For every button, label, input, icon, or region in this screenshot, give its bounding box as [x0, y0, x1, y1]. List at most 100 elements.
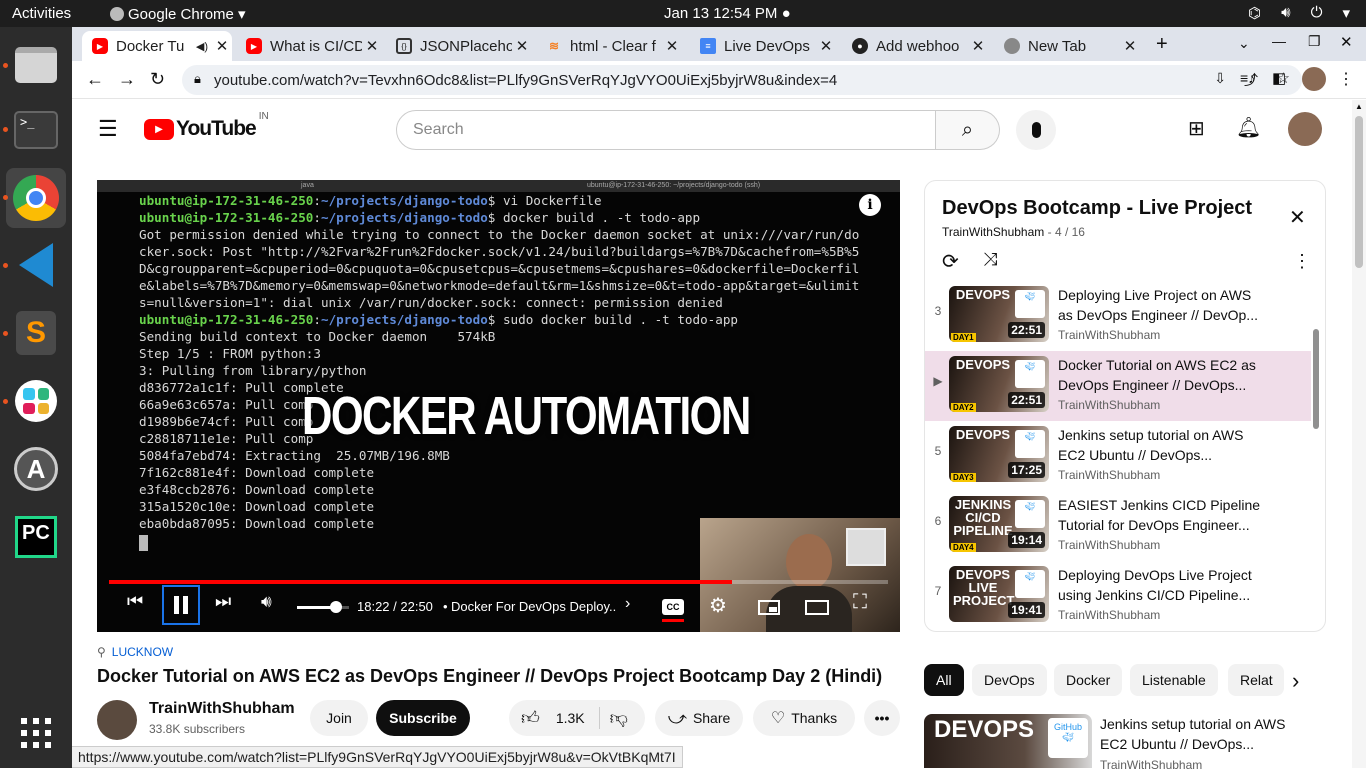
close-window-icon[interactable]: ✕	[1340, 33, 1353, 51]
chevron-right-icon[interactable]: ›	[625, 595, 630, 613]
scroll-up-icon[interactable]: ▲	[1355, 102, 1363, 111]
search-button[interactable]: ⌕	[936, 110, 1000, 150]
minimize-icon[interactable]: —	[1272, 33, 1286, 49]
activities-button[interactable]: Activities	[12, 5, 71, 22]
install-icon[interactable]: ⇩	[1214, 70, 1226, 87]
playlist-channel[interactable]: TrainWithShubham	[942, 225, 1044, 239]
dock-software[interactable]: A	[6, 439, 66, 499]
chip-devops[interactable]: DevOps	[972, 664, 1047, 696]
playlist-item-channel[interactable]: TrainWithShubham	[1058, 468, 1160, 482]
dock-vscode[interactable]	[6, 235, 66, 295]
dock-slack[interactable]	[6, 371, 66, 431]
playlist-item[interactable]: ▶ DEVOPS 🐳︎ DAY2 22:51 Docker Tutorial on AWS…	[925, 351, 1311, 421]
playlist-item[interactable]: 5 DEVOPS 🐳︎ DAY3 17:25 Jenkins setup tutorial…	[925, 421, 1311, 491]
scrollbar-thumb[interactable]	[1355, 116, 1363, 268]
theater-mode-icon[interactable]	[805, 600, 829, 615]
playlist-item-channel[interactable]: TrainWithShubham	[1058, 328, 1160, 342]
forward-icon[interactable]: →	[118, 69, 136, 90]
page-scrollbar[interactable]: ▲	[1352, 100, 1366, 768]
close-tab-icon[interactable]: ✕	[816, 37, 836, 55]
close-tab-icon[interactable]: ✕	[512, 37, 532, 55]
system-tray[interactable]: ⌬ 🔊︎ ⏻ ▾	[1248, 4, 1350, 22]
voice-search-button[interactable]	[1016, 110, 1056, 150]
profile-avatar[interactable]	[1302, 67, 1326, 91]
chrome-menu-icon[interactable]: ⋮	[1338, 69, 1354, 89]
close-tab-icon[interactable]: ✕	[968, 37, 988, 55]
address-bar[interactable]: 🔒︎ youtube.com/watch?v=Tevxhn6Odc8&list=…	[182, 65, 1302, 95]
notifications-bell-icon[interactable]: 🔔︎	[1236, 115, 1261, 140]
show-apps-button[interactable]	[6, 703, 66, 763]
previous-icon[interactable]: ⏮	[127, 591, 143, 612]
tab-search-icon[interactable]: ⌄	[1238, 35, 1250, 52]
tab-cicd[interactable]: ▶ What is CI/CD ✕	[236, 31, 382, 61]
chip-docker[interactable]: Docker	[1054, 664, 1123, 696]
playlist-item-channel[interactable]: TrainWithShubham	[1058, 608, 1160, 622]
next-icon[interactable]: ⏭	[215, 591, 231, 612]
hamburger-menu-icon[interactable]: ☰	[98, 116, 118, 142]
dock-pycharm[interactable]: PC	[6, 507, 66, 567]
channel-name[interactable]: TrainWithShubham	[149, 700, 295, 718]
close-tab-icon[interactable]: ✕	[362, 37, 382, 55]
close-playlist-icon[interactable]: ✕	[1289, 205, 1306, 230]
info-icon[interactable]: i	[859, 194, 881, 216]
playlist-item-thumbnail[interactable]: DEVOPS 🐳︎ DAY3 17:25	[949, 426, 1049, 482]
playlist-item-channel[interactable]: TrainWithShubham	[1058, 398, 1160, 412]
dock-chrome[interactable]	[6, 168, 66, 228]
recommended-title[interactable]: Jenkins setup tutorial on AWS EC2 Ubuntu…	[1100, 714, 1300, 754]
tab-jsonplaceholder[interactable]: {} JSONPlaceholder ✕	[386, 31, 532, 61]
recommended-channel[interactable]: TrainWithShubham	[1100, 758, 1202, 772]
tab-live-devops[interactable]: ≡ Live DevOps ✕	[690, 31, 836, 61]
fullscreen-icon[interactable]: ⛶	[853, 591, 867, 614]
playlist-item[interactable]: 3 DEVOPS 🐳︎ DAY1 22:51 Deploying Live Project…	[925, 281, 1311, 351]
tab-stackoverflow[interactable]: ≋ html - Clear f ✕	[536, 31, 682, 61]
playlist-item[interactable]: 7 DEVOPS LIVE PROJECT 🐳︎ 19:41 Deploying Dev…	[925, 561, 1311, 631]
join-button[interactable]: Join	[310, 700, 368, 736]
maximize-icon[interactable]: ❐	[1308, 33, 1321, 50]
volume-slider[interactable]	[297, 601, 349, 613]
playlist-scrollbar[interactable]	[1313, 329, 1319, 429]
clock[interactable]: Jan 13 12:54 PM ●	[664, 5, 791, 22]
location-tag[interactable]: ⚲ LUCKNOW	[97, 645, 173, 659]
app-menu[interactable]: Google Chrome ▾	[110, 5, 246, 23]
playlist-item-thumbnail[interactable]: DEVOPS 🐳︎ DAY1 22:51	[949, 286, 1049, 342]
pause-button[interactable]	[162, 585, 200, 625]
progress-bar[interactable]	[109, 580, 888, 584]
playlist-item-channel[interactable]: TrainWithShubham	[1058, 538, 1160, 552]
like-count[interactable]: 1.3K	[556, 710, 585, 726]
playlist-item-title[interactable]: Deploying DevOps Live Project using Jenk…	[1058, 565, 1268, 605]
settings-gear-icon[interactable]: ⚙	[709, 593, 727, 618]
share-button[interactable]: ⤻ Share	[655, 700, 743, 736]
playlist-title[interactable]: DevOps Bootcamp - Live Project	[942, 197, 1252, 220]
loop-icon[interactable]: ⟳	[942, 249, 959, 274]
new-tab-button[interactable]: +	[1156, 33, 1168, 56]
dock-sublime[interactable]: S	[6, 303, 66, 363]
close-tab-icon[interactable]: ✕	[212, 37, 232, 55]
playlist-item-thumbnail[interactable]: DEVOPS LIVE PROJECT 🐳︎ 19:41	[949, 566, 1049, 622]
video-player[interactable]: java ubuntu@ip-172-31-46-250: ~/projects…	[97, 180, 900, 632]
back-icon[interactable]: ←	[86, 69, 104, 90]
tab-new-tab[interactable]: New Tab ✕	[994, 31, 1140, 61]
playlist-item[interactable]: 6 JENKINS CI/CD PIPELINE 🐳︎ DAY4 19:14 EASIES…	[925, 491, 1311, 561]
channel-avatar[interactable]	[97, 700, 137, 740]
create-video-icon[interactable]: ⊞	[1188, 116, 1205, 141]
youtube-logo[interactable]: ▶ YouTube IN	[144, 111, 269, 141]
dock-terminal[interactable]: >_	[6, 100, 66, 160]
recommended-thumbnail[interactable]: DEVOPS GitHub 🐳︎	[924, 714, 1092, 768]
chip-listenable[interactable]: Listenable	[1130, 664, 1218, 696]
playlist-item-title[interactable]: Jenkins setup tutorial on AWS EC2 Ubuntu…	[1058, 425, 1268, 465]
account-avatar[interactable]	[1288, 112, 1322, 146]
media-control-icon[interactable]: ≡♪	[1240, 70, 1255, 86]
tab-add-webhook[interactable]: ● Add webhoo ✕	[842, 31, 988, 61]
volume-knob[interactable]	[330, 601, 342, 613]
shuffle-icon[interactable]: ⤨	[983, 249, 997, 270]
thumbs-down-icon[interactable]: 👎︎	[610, 707, 628, 729]
reload-icon[interactable]: ↻	[150, 69, 165, 90]
playlist-item-title[interactable]: Docker Tutorial on AWS EC2 as DevOps Eng…	[1058, 355, 1268, 395]
playlist-item-thumbnail[interactable]: JENKINS CI/CD PIPELINE 🐳︎ DAY4 19:14	[949, 496, 1049, 552]
playlist-menu-icon[interactable]: ⋮	[1293, 251, 1311, 272]
close-tab-icon[interactable]: ✕	[1120, 37, 1140, 55]
volume-icon[interactable]: 🔊︎	[261, 592, 272, 612]
dock-files[interactable]	[6, 35, 66, 95]
side-panel-icon[interactable]: ◧	[1272, 69, 1286, 87]
playlist-item-title[interactable]: EASIEST Jenkins CICD Pipeline Tutorial f…	[1058, 495, 1268, 535]
